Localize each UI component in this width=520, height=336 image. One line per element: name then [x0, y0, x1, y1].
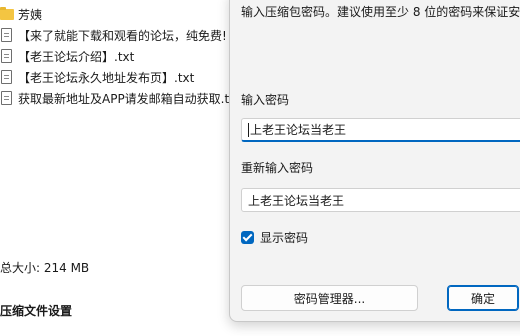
- list-item[interactable]: 【老王论坛永久地址发布页】.txt: [0, 67, 240, 87]
- checkbox-checked-icon[interactable]: [241, 231, 254, 244]
- reenter-password-field[interactable]: 上老王论坛当老王: [241, 188, 520, 212]
- password-manager-button[interactable]: 密码管理器...: [241, 285, 418, 311]
- file-name: 【老王论坛介绍】.txt: [18, 49, 135, 64]
- screen: 芳姨 【来了就能下载和观看的论坛，纯免费! 【老王论坛介绍】.txt 【老王论坛…: [0, 0, 520, 336]
- text-file-icon: [0, 27, 14, 43]
- dialog-description: 输入压缩包密码。建议使用至少 8 位的密码来保证安全: [241, 5, 520, 19]
- text-caret: [248, 122, 249, 137]
- reenter-password-value: 上老王论坛当老王: [248, 193, 345, 208]
- text-file-icon: [0, 69, 14, 85]
- list-item[interactable]: 【老王论坛介绍】.txt: [0, 46, 240, 66]
- text-file-icon: [0, 48, 14, 64]
- file-name: 获取最新地址及APP请发邮箱自动获取.txt: [18, 91, 240, 106]
- file-name: 芳姨: [18, 7, 43, 22]
- show-password-label: 显示密码: [260, 231, 309, 245]
- file-name: 【来了就能下载和观看的论坛，纯免费!: [18, 28, 227, 43]
- reenter-password-label: 重新输入密码: [241, 161, 314, 175]
- list-item[interactable]: 获取最新地址及APP请发邮箱自动获取.txt: [0, 88, 240, 108]
- file-list: 芳姨 【来了就能下载和观看的论坛，纯免费! 【老王论坛介绍】.txt 【老王论坛…: [0, 0, 240, 120]
- show-password-toggle[interactable]: 显示密码: [241, 229, 308, 246]
- list-item[interactable]: 【来了就能下载和观看的论坛，纯免费!: [0, 25, 240, 45]
- password-field[interactable]: 上老王论坛当老王: [241, 118, 520, 142]
- password-label: 输入密码: [241, 93, 290, 107]
- password-dialog: 输入压缩包密码。建议使用至少 8 位的密码来保证安全 输入密码 上老王论坛当老王…: [229, 0, 520, 322]
- total-size: 总大小: 214 MB: [0, 261, 90, 275]
- settings-section-title: 压缩文件设置: [0, 304, 73, 318]
- folder-icon: [0, 6, 14, 22]
- list-item[interactable]: 芳姨: [0, 4, 240, 24]
- ok-button[interactable]: 确定: [447, 285, 519, 311]
- text-file-icon: [0, 90, 14, 106]
- password-value: 上老王论坛当老王: [250, 123, 347, 137]
- file-name: 【老王论坛永久地址发布页】.txt: [18, 70, 195, 85]
